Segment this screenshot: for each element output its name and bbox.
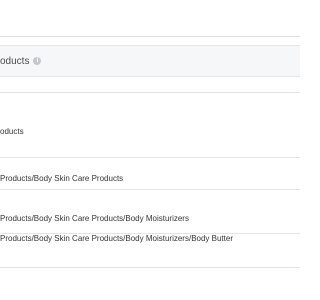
category-row[interactable]: Products/Body Skin Care Products/Body Mo… <box>0 190 300 234</box>
category-row-empty <box>0 77 300 93</box>
category-row[interactable]: Products/Body Skin Care Products/Body Mo… <box>0 234 300 268</box>
category-row[interactable]: oducts <box>0 93 300 158</box>
category-path: Products/Body Skin Care Products/Body Mo… <box>0 234 233 243</box>
category-row[interactable]: Products/Body Skin Care Products <box>0 158 300 190</box>
category-path: Products/Body Skin Care Products/Body Mo… <box>0 214 189 223</box>
category-browser-page: oducts i oducts Products/Body Skin Care … <box>0 0 300 300</box>
category-path: oducts <box>0 127 24 136</box>
category-path: Products/Body Skin Care Products <box>0 174 124 183</box>
top-strip <box>0 0 300 37</box>
panel-header: oducts i <box>0 45 300 77</box>
panel-title: oducts <box>0 55 30 67</box>
info-icon[interactable]: i <box>33 57 42 65</box>
